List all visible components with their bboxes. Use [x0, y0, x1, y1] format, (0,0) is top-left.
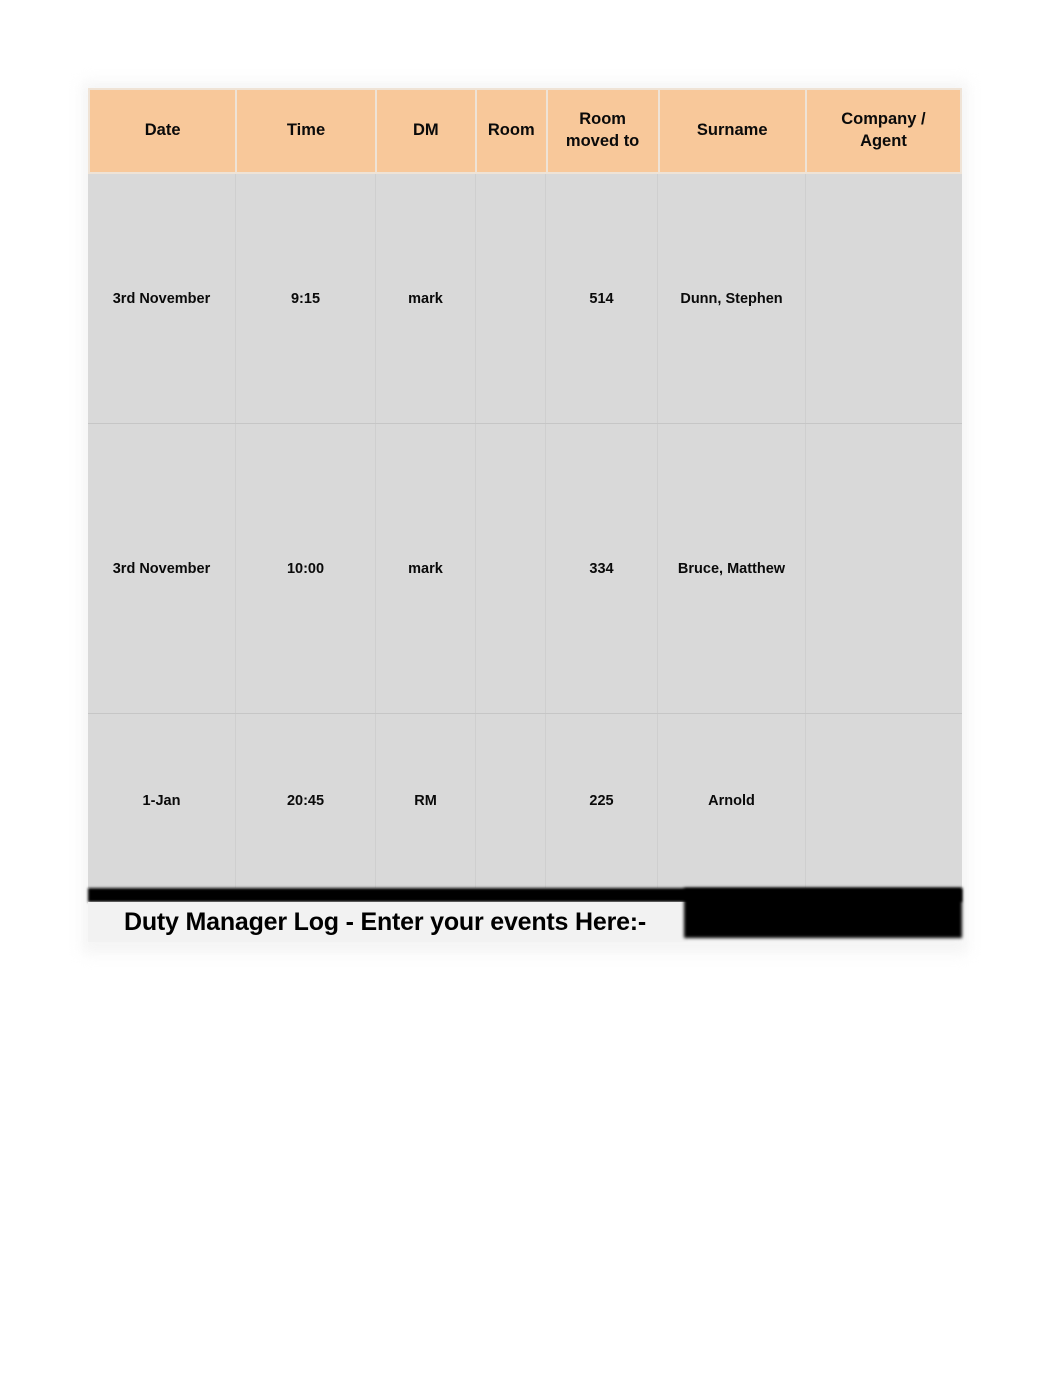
table-header-row: Date Time DM Room Room moved to Surname Company…: [88, 88, 962, 174]
column-header-time[interactable]: Time: [237, 90, 375, 172]
table-row[interactable]: 1-Jan 20:45 RM 225 Arnold: [88, 714, 962, 888]
footer-title-bar: Duty Manager Log - Enter your events Her…: [88, 888, 962, 950]
cell-company_agent[interactable]: [806, 424, 962, 713]
column-header-dm[interactable]: DM: [376, 90, 475, 172]
cell-surname[interactable]: Bruce, Matthew: [658, 424, 806, 713]
cell-surname[interactable]: Dunn, Stephen: [658, 174, 806, 423]
cell-room[interactable]: [476, 714, 546, 888]
cell-time[interactable]: 9:15: [236, 174, 376, 423]
cell-room_moved_to[interactable]: 225: [546, 714, 658, 888]
table-row[interactable]: 3rd November 9:15 mark 514 Dunn, Stephen: [88, 174, 962, 424]
cell-time[interactable]: 20:45: [236, 714, 376, 888]
table-body: 3rd November 9:15 mark 514 Dunn, Stephen 3rd …: [88, 174, 962, 888]
log-table: Date Time DM Room Room moved to Surname Company…: [88, 88, 962, 950]
footer-title-text: Duty Manager Log - Enter your events Her…: [124, 907, 647, 936]
duty-manager-log-sheet: Date Time DM Room Room moved to Surname Company…: [76, 76, 974, 960]
column-header-company_agent[interactable]: Company / Agent: [806, 90, 961, 172]
table-row[interactable]: 3rd November 10:00 mark 334 Bruce, Matthew: [88, 424, 962, 714]
cell-room[interactable]: [476, 424, 546, 713]
cell-company_agent[interactable]: [806, 714, 962, 888]
footer-black-block: [684, 888, 962, 938]
cell-date[interactable]: 3rd November: [88, 174, 236, 423]
column-header-date[interactable]: Date: [90, 90, 236, 172]
cell-room[interactable]: [476, 174, 546, 423]
cell-company_agent[interactable]: [806, 174, 962, 423]
cell-room_moved_to[interactable]: 514: [546, 174, 658, 423]
column-header-room_moved_to[interactable]: Room moved to: [547, 90, 658, 172]
column-header-surname[interactable]: Surname: [659, 90, 805, 172]
cell-date[interactable]: 3rd November: [88, 424, 236, 713]
column-header-room[interactable]: Room: [476, 90, 546, 172]
cell-dm[interactable]: mark: [376, 174, 476, 423]
cell-surname[interactable]: Arnold: [658, 714, 806, 888]
cell-dm[interactable]: mark: [376, 424, 476, 713]
cell-date[interactable]: 1-Jan: [88, 714, 236, 888]
cell-dm[interactable]: RM: [376, 714, 476, 888]
cell-time[interactable]: 10:00: [236, 424, 376, 713]
cell-room_moved_to[interactable]: 334: [546, 424, 658, 713]
